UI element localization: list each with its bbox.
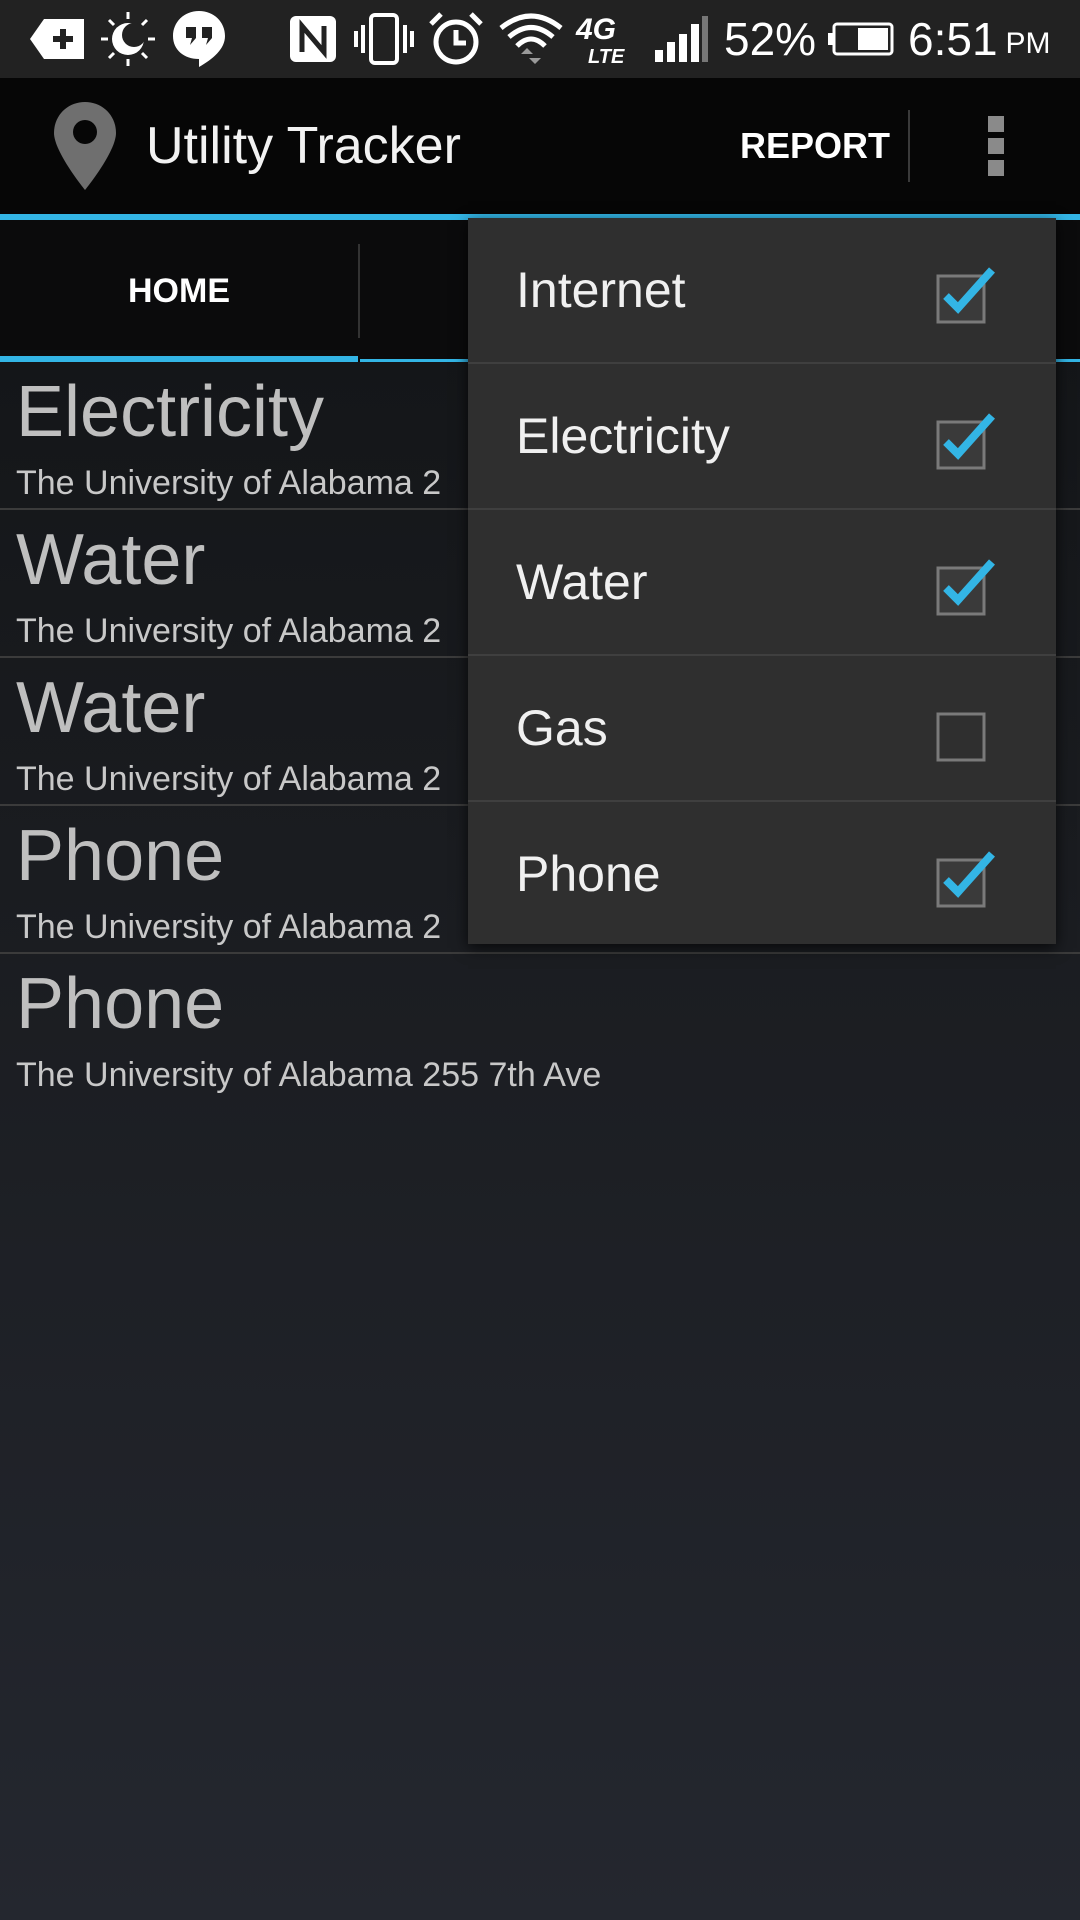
checkbox-checked-icon[interactable] — [936, 558, 995, 616]
status-bar: 4G LTE 52% 6:51 PM — [0, 0, 1080, 78]
checkbox-checked-icon[interactable] — [936, 850, 995, 908]
item-address: The University of Alabama 2 — [16, 464, 442, 502]
battery-icon — [826, 8, 896, 70]
checkbox-checked-icon[interactable] — [936, 412, 995, 470]
menu-item-phone[interactable]: Phone — [468, 802, 1056, 946]
menu-item-electricity[interactable]: Electricity — [468, 364, 1056, 510]
brightness-icon — [96, 8, 160, 70]
menu-item-internet[interactable]: Internet — [468, 218, 1056, 364]
svg-text:4G: 4G — [575, 13, 616, 46]
item-title: Phone — [16, 816, 225, 896]
clock-ampm: PM — [1005, 27, 1051, 60]
app-title: Utility Tracker — [146, 117, 461, 175]
item-title: Electricity — [16, 372, 325, 452]
signal-icon — [654, 8, 710, 70]
action-bar-divider — [908, 110, 910, 182]
clock-time: 6:51 — [908, 13, 998, 65]
item-address: The University of Alabama 2 — [16, 760, 442, 798]
menu-item-label: Electricity — [516, 408, 730, 464]
nfc-icon — [286, 8, 340, 70]
tab-home[interactable]: HOME — [0, 220, 358, 362]
item-title: Water — [16, 520, 206, 600]
menu-item-water[interactable]: Water — [468, 510, 1056, 656]
checkbox-unchecked-icon[interactable] — [936, 704, 986, 762]
lte-icon: 4G LTE — [574, 8, 634, 70]
item-title: Phone — [16, 964, 225, 1044]
menu-item-gas[interactable]: Gas — [468, 656, 1056, 802]
battery-percent: 52% — [724, 13, 817, 65]
report-button[interactable]: REPORT — [730, 78, 900, 214]
item-address: The University of Alabama 255 7th Ave — [16, 1056, 602, 1094]
clock: 6:51 PM — [908, 0, 1051, 78]
wifi-icon — [498, 8, 564, 70]
location-pin-icon[interactable] — [52, 100, 118, 192]
menu-item-label: Phone — [516, 846, 661, 902]
vibrate-icon — [352, 8, 416, 70]
item-address: The University of Alabama 2 — [16, 612, 442, 650]
hangouts-icon — [170, 8, 228, 70]
item-address: The University of Alabama 2 — [16, 908, 442, 946]
action-bar: Utility Tracker REPORT — [0, 78, 1080, 220]
menu-item-label: Internet — [516, 262, 686, 318]
alarm-icon — [424, 8, 488, 70]
list-item[interactable]: Phone The University of Alabama 255 7th … — [0, 954, 1080, 1100]
add-notification-icon — [26, 8, 88, 70]
svg-text:LTE: LTE — [588, 46, 625, 67]
overflow-menu-icon[interactable] — [960, 108, 1032, 184]
menu-item-label: Gas — [516, 700, 608, 756]
filter-menu: Internet Electricity Water Gas Phone — [468, 218, 1056, 944]
checkbox-checked-icon[interactable] — [936, 266, 995, 324]
item-title: Water — [16, 668, 206, 748]
menu-item-label: Water — [516, 554, 648, 610]
